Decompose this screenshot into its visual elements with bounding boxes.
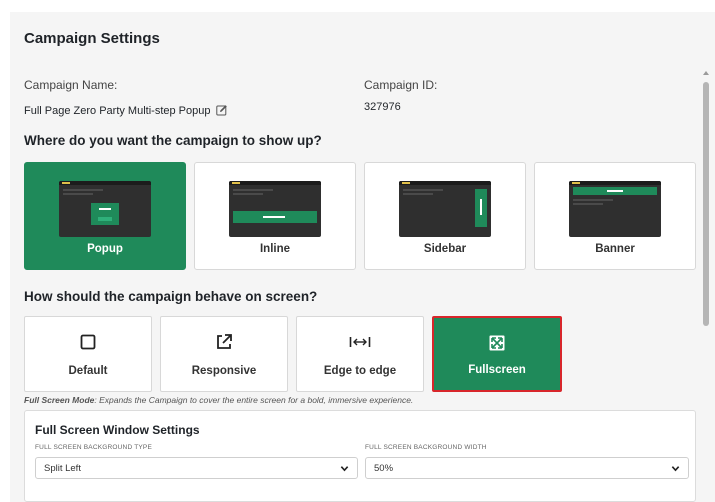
chevron-down-icon [671, 465, 680, 471]
vertical-scrollbar[interactable] [703, 70, 709, 502]
placement-option-banner[interactable]: Banner [534, 162, 696, 270]
placement-option-inline[interactable]: Inline [194, 162, 356, 270]
campaign-name-text: Full Page Zero Party Multi-step Popup [24, 105, 211, 117]
mode-note-text: : Expands the Campaign to cover the enti… [94, 395, 414, 405]
banner-thumbnail [569, 181, 661, 237]
scroll-up-arrow-icon[interactable] [703, 70, 709, 76]
bg-width-value: 50% [374, 462, 394, 474]
scroll-thumb[interactable] [703, 82, 709, 326]
fullscreen-settings-title: Full Screen Window Settings [35, 423, 200, 437]
behavior-question: How should the campaign behave on screen… [24, 289, 318, 304]
placement-label-popup: Popup [87, 243, 123, 255]
behavior-label-edge-to-edge: Edge to edge [323, 365, 397, 377]
external-link-icon [161, 333, 287, 351]
bg-type-value: Split Left [44, 462, 81, 474]
edit-icon[interactable] [216, 104, 228, 116]
popup-thumbnail [59, 181, 151, 237]
horizontal-arrows-icon [297, 333, 423, 351]
campaign-name-label: Campaign Name: [24, 78, 118, 92]
chevron-down-icon [340, 465, 349, 471]
campaign-id-value: 327976 [364, 101, 401, 113]
placement-label-banner: Banner [595, 243, 635, 255]
placement-label-sidebar: Sidebar [423, 243, 467, 255]
behavior-option-responsive[interactable]: Responsive [160, 316, 288, 392]
mode-note-title: Full Screen Mode [24, 395, 95, 405]
expand-icon [434, 334, 560, 352]
campaign-name-value[interactable]: Full Page Zero Party Multi-step Popup [24, 104, 228, 117]
fullscreen-mode-note: Full Screen Mode: Expands the Campaign t… [24, 395, 413, 405]
behavior-label-responsive: Responsive [191, 365, 257, 377]
inline-thumbnail [229, 181, 321, 237]
behavior-label-fullscreen: Fullscreen [468, 364, 526, 376]
fullscreen-settings-box: Full Screen Window Settings FULL SCREEN … [24, 410, 696, 502]
bg-width-label: FULL SCREEN BACKGROUND WIDTH [365, 444, 487, 451]
campaign-id-label: Campaign ID: [364, 78, 438, 92]
square-icon [25, 333, 151, 351]
behavior-label-default: Default [68, 365, 108, 377]
bg-width-select[interactable]: 50% [365, 457, 689, 479]
behavior-option-fullscreen[interactable]: Fullscreen [432, 316, 562, 392]
bg-type-select[interactable]: Split Left [35, 457, 358, 479]
campaign-settings-panel: Campaign Settings Campaign Name: Full Pa… [10, 12, 715, 502]
placement-question: Where do you want the campaign to show u… [24, 133, 322, 148]
page-title: Campaign Settings [24, 30, 160, 47]
behavior-option-edge-to-edge[interactable]: Edge to edge [296, 316, 424, 392]
bg-type-label: FULL SCREEN BACKGROUND TYPE [35, 444, 153, 451]
sidebar-thumbnail [399, 181, 491, 237]
behavior-option-default[interactable]: Default [24, 316, 152, 392]
placement-option-sidebar[interactable]: Sidebar [364, 162, 526, 270]
placement-label-inline: Inline [259, 243, 291, 255]
placement-option-popup[interactable]: Popup [24, 162, 186, 270]
